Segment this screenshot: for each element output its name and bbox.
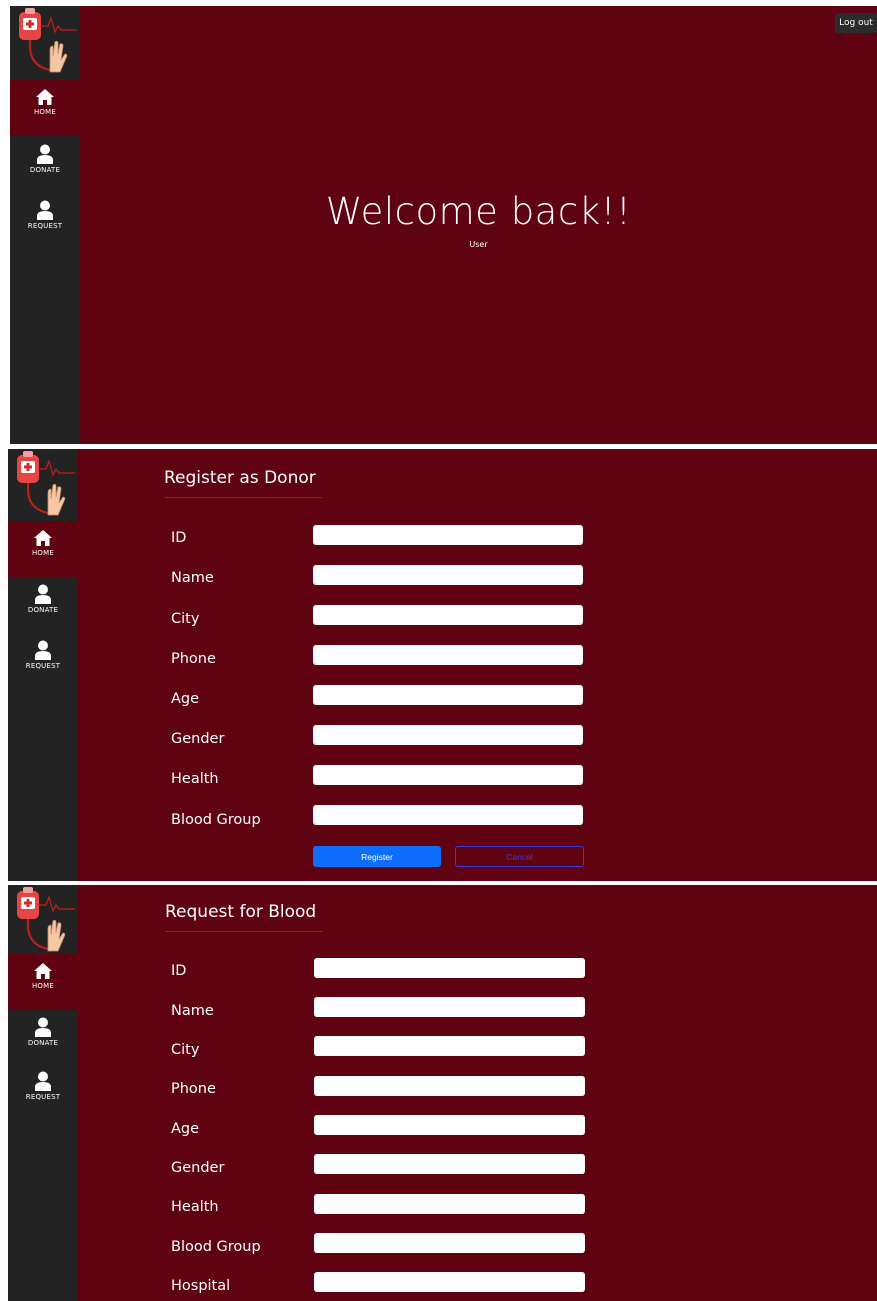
- city-label: City: [171, 611, 200, 627]
- id-label: ID: [171, 963, 187, 979]
- nav-donate[interactable]: DONATE: [8, 576, 78, 632]
- nav-donate[interactable]: DONATE: [10, 136, 80, 192]
- user-icon: [37, 200, 53, 220]
- hospital-label: Hospital: [171, 1278, 231, 1294]
- request-form-title: Request for Blood: [165, 902, 323, 932]
- nav-donate[interactable]: DONATE: [8, 1009, 78, 1065]
- id-input[interactable]: [313, 525, 583, 545]
- id-input[interactable]: [314, 958, 585, 978]
- nav-donate-label: DONATE: [27, 1039, 59, 1047]
- user-icon: [35, 584, 51, 604]
- user-icon: [35, 640, 51, 660]
- name-input[interactable]: [314, 997, 585, 1017]
- sidebar: HOME DONATE REQUEST: [10, 6, 80, 444]
- blood-donation-logo: [10, 6, 80, 78]
- donor-registration-screen: HOME DONATE REQUEST Register as Donor ID…: [8, 449, 877, 881]
- blood-request-screen: HOME DONATE REQUEST Request for Blood ID…: [8, 885, 877, 1301]
- home-screen: HOME DONATE REQUEST Log out Welcome back…: [10, 6, 877, 444]
- user-icon: [35, 1017, 51, 1037]
- name-label: Name: [171, 570, 214, 586]
- nav-request[interactable]: REQUEST: [8, 632, 78, 688]
- nav-home[interactable]: HOME: [10, 80, 80, 136]
- health-input[interactable]: [314, 1194, 585, 1214]
- sidebar: HOME DONATE REQUEST: [8, 449, 78, 881]
- id-label: ID: [171, 530, 187, 546]
- name-label: Name: [171, 1003, 214, 1019]
- gender-input[interactable]: [314, 1154, 585, 1174]
- health-input[interactable]: [313, 765, 583, 785]
- blood-group-label: Blood Group: [171, 812, 261, 828]
- phone-input[interactable]: [314, 1076, 585, 1096]
- city-input[interactable]: [313, 605, 583, 625]
- city-input[interactable]: [314, 1036, 585, 1056]
- gender-label: Gender: [171, 1160, 225, 1176]
- welcome-username: User: [469, 240, 488, 249]
- nav-donate-label: DONATE: [29, 166, 61, 174]
- blood-group-input[interactable]: [313, 805, 583, 825]
- age-label: Age: [171, 1121, 200, 1137]
- nav-home-label: HOME: [31, 982, 55, 990]
- blood-donation-logo: [8, 885, 78, 957]
- blood-group-label: Blood Group: [171, 1239, 261, 1255]
- age-input[interactable]: [313, 685, 583, 705]
- nav-request-label: REQUEST: [27, 222, 63, 230]
- nav-request-label: REQUEST: [25, 1093, 61, 1101]
- hospital-input[interactable]: [314, 1272, 585, 1292]
- cancel-button[interactable]: Cancel: [455, 846, 584, 867]
- blood-donation-logo: [8, 449, 78, 521]
- donor-form-title: Register as Donor: [164, 468, 322, 498]
- phone-label: Phone: [171, 1081, 216, 1097]
- nav-request[interactable]: REQUEST: [8, 1063, 78, 1119]
- health-label: Health: [171, 771, 219, 787]
- welcome-title: Welcome back!!: [325, 190, 632, 233]
- logout-button[interactable]: Log out: [835, 13, 877, 33]
- nav-home[interactable]: HOME: [8, 954, 78, 1010]
- age-input[interactable]: [314, 1115, 585, 1135]
- phone-label: Phone: [171, 651, 216, 667]
- home-icon: [36, 89, 54, 105]
- nav-home[interactable]: HOME: [8, 521, 78, 577]
- home-icon: [34, 530, 52, 546]
- register-button[interactable]: Register: [313, 846, 441, 867]
- nav-home-label: HOME: [33, 108, 57, 116]
- nav-donate-label: DONATE: [27, 606, 59, 614]
- nav-home-label: HOME: [31, 549, 55, 557]
- city-label: City: [171, 1042, 200, 1058]
- home-icon: [34, 963, 52, 979]
- gender-input[interactable]: [313, 725, 583, 745]
- user-icon: [35, 1071, 51, 1091]
- name-input[interactable]: [313, 565, 583, 585]
- blood-group-input[interactable]: [314, 1233, 585, 1253]
- health-label: Health: [171, 1199, 219, 1215]
- sidebar: HOME DONATE REQUEST: [8, 885, 78, 1301]
- nav-request-label: REQUEST: [25, 662, 61, 670]
- user-icon: [37, 144, 53, 164]
- phone-input[interactable]: [313, 645, 583, 665]
- age-label: Age: [171, 691, 200, 707]
- nav-request[interactable]: REQUEST: [10, 192, 80, 248]
- gender-label: Gender: [171, 731, 225, 747]
